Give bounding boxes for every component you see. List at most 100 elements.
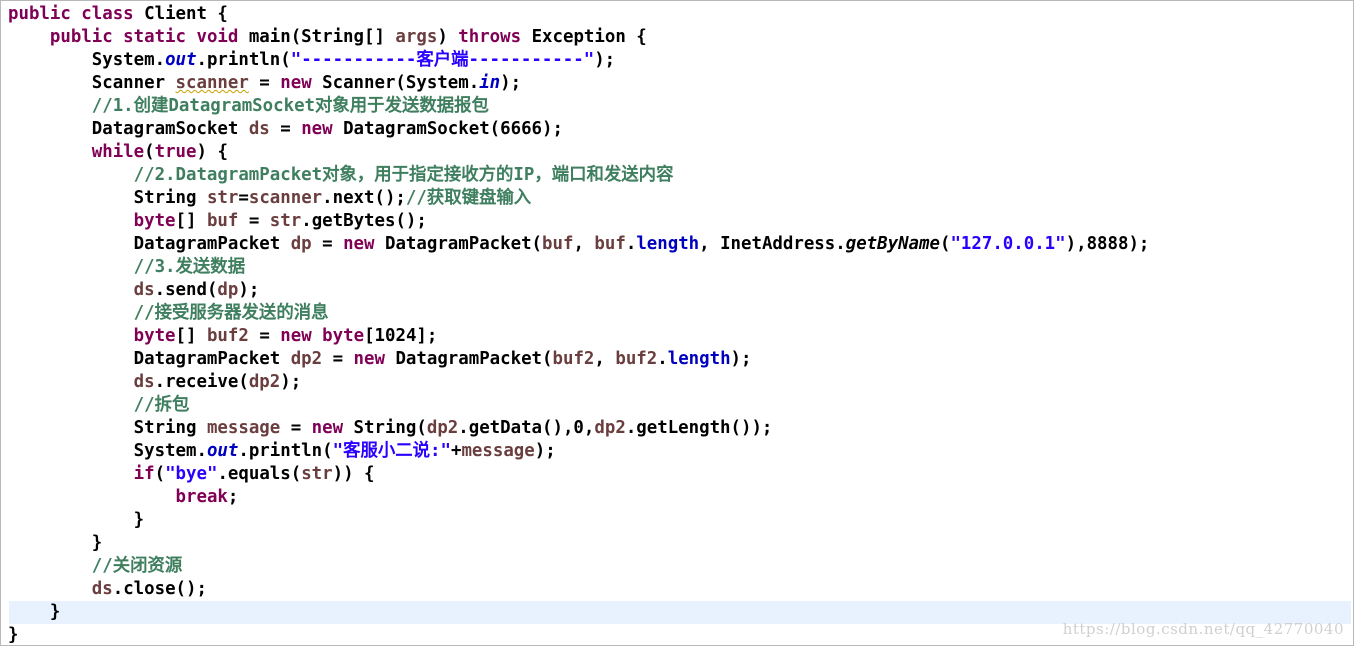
code-token: } bbox=[8, 625, 19, 645]
code-line-text: System.out.println("-----------客户端------… bbox=[8, 49, 615, 72]
code-token: .println( bbox=[196, 50, 291, 70]
code-line-text: //1.创建DatagramSocket对象用于发送数据报包 bbox=[8, 95, 489, 118]
code-token: args bbox=[395, 27, 438, 47]
code-token: dp2 bbox=[248, 372, 281, 392]
code-token: ds bbox=[133, 372, 155, 392]
code-token: dp2 bbox=[594, 418, 626, 438]
code-line[interactable]: String str=scanner.next();//获取键盘输入 bbox=[1, 187, 1353, 210]
code-token: byte bbox=[133, 326, 176, 346]
code-line[interactable]: DatagramSocket ds = new DatagramSocket(6… bbox=[1, 118, 1353, 141]
code-line[interactable]: //3.发送数据 bbox=[1, 256, 1353, 279]
code-token: . bbox=[625, 234, 637, 254]
code-line[interactable]: while(true) { bbox=[1, 141, 1353, 164]
code-token: String bbox=[8, 418, 207, 438]
code-token: getByName bbox=[845, 234, 940, 254]
code-token: = bbox=[269, 119, 302, 139]
code-token: break bbox=[175, 487, 228, 507]
code-line[interactable]: //接受服务器发送的消息 bbox=[1, 302, 1353, 325]
code-line-text: } bbox=[8, 601, 60, 624]
code-token: = bbox=[238, 211, 270, 231]
code-line[interactable]: byte[] buf = str.getBytes(); bbox=[1, 210, 1353, 233]
code-line-text: //关闭资源 bbox=[8, 555, 183, 578]
code-token: ); bbox=[238, 280, 260, 300]
code-token: = bbox=[311, 234, 344, 254]
code-line[interactable]: public static void main(String[] args) t… bbox=[1, 26, 1353, 49]
code-token: ); bbox=[594, 50, 616, 70]
code-line[interactable]: System.out.println("客服小二说:"+message); bbox=[1, 440, 1353, 463]
code-line-text: ds.close(); bbox=[8, 578, 207, 601]
code-token: out bbox=[165, 50, 197, 70]
code-token: [] bbox=[175, 211, 207, 231]
code-token: //关闭资源 bbox=[8, 556, 183, 576]
code-token: while bbox=[91, 142, 145, 162]
code-token: ); bbox=[280, 372, 302, 392]
code-token: new bbox=[311, 418, 344, 438]
code-line-text: byte[] buf2 = new byte[1024]; bbox=[8, 325, 438, 348]
code-line[interactable]: ds.close(); bbox=[1, 578, 1353, 601]
code-line[interactable]: byte[] buf2 = new byte[1024]; bbox=[1, 325, 1353, 348]
code-token: in bbox=[479, 73, 501, 93]
code-token: } bbox=[8, 510, 145, 530]
code-line[interactable]: //2.DatagramPacket对象，用于指定接收方的IP，端口和发送内容 bbox=[1, 164, 1353, 187]
code-token: length bbox=[636, 234, 700, 254]
code-line[interactable]: DatagramPacket dp2 = new DatagramPacket(… bbox=[1, 348, 1353, 371]
code-line[interactable]: ds.send(dp); bbox=[1, 279, 1353, 302]
code-token: buf2 bbox=[206, 326, 249, 346]
code-token: + bbox=[450, 441, 462, 461]
code-line[interactable]: //拆包 bbox=[1, 394, 1353, 417]
code-line[interactable]: System.out.println("-----------客户端------… bbox=[1, 49, 1353, 72]
code-token: .getLength()); bbox=[625, 418, 773, 438]
code-line[interactable]: if("bye".equals(str)) { bbox=[1, 463, 1353, 486]
code-token: new bbox=[343, 234, 375, 254]
code-line-text: while(true) { bbox=[8, 141, 228, 164]
code-token: System. bbox=[8, 50, 166, 70]
code-token: .println( bbox=[238, 441, 333, 461]
code-token: DatagramPacket bbox=[8, 234, 291, 254]
code-token: dp2 bbox=[290, 349, 323, 369]
code-line[interactable]: //关闭资源 bbox=[1, 555, 1353, 578]
code-token: "客服小二说:" bbox=[332, 441, 451, 461]
code-line[interactable]: break; bbox=[1, 486, 1353, 509]
code-token: byte bbox=[322, 326, 365, 346]
code-token: length bbox=[667, 349, 731, 369]
code-line-text: } bbox=[8, 532, 102, 555]
code-token: str bbox=[206, 188, 239, 208]
code-line[interactable]: Scanner scanner = new Scanner(System.in)… bbox=[1, 72, 1353, 95]
code-token: ); bbox=[730, 349, 752, 369]
code-token: String bbox=[8, 188, 207, 208]
code-token: .next(); bbox=[322, 188, 406, 208]
code-token: byte bbox=[133, 211, 176, 231]
code-token: Client { bbox=[144, 4, 228, 24]
code-token: .getBytes(); bbox=[301, 211, 427, 231]
code-line[interactable]: public class Client { bbox=[1, 3, 1353, 26]
code-token: = bbox=[248, 73, 281, 93]
code-token: [1024]; bbox=[364, 326, 438, 346]
code-token: .send( bbox=[154, 280, 218, 300]
code-line[interactable]: //1.创建DatagramSocket对象用于发送数据报包 bbox=[1, 95, 1353, 118]
code-token: .equals( bbox=[217, 464, 302, 484]
code-line-text: DatagramPacket dp2 = new DatagramPacket(… bbox=[8, 348, 752, 371]
code-line[interactable]: } bbox=[1, 532, 1353, 555]
code-token: ),8888); bbox=[1065, 234, 1150, 254]
code-token: DatagramPacket( bbox=[374, 234, 543, 254]
code-token: , InetAddress. bbox=[699, 234, 846, 254]
code-token: "-----------客户端-----------" bbox=[290, 50, 595, 70]
code-token: new bbox=[280, 73, 312, 93]
code-token: . bbox=[657, 349, 668, 369]
code-token: , bbox=[573, 234, 595, 254]
code-token: buf bbox=[206, 211, 239, 231]
code-line-text: //2.DatagramPacket对象，用于指定接收方的IP，端口和发送内容 bbox=[8, 164, 674, 187]
code-token: //2.DatagramPacket对象，用于指定接收方的IP，端口和发送内容 bbox=[8, 165, 674, 185]
code-line[interactable]: ds.receive(dp2); bbox=[1, 371, 1353, 394]
code-line[interactable]: DatagramPacket dp = new DatagramPacket(b… bbox=[1, 233, 1353, 256]
code-token: message bbox=[461, 441, 535, 461]
code-line[interactable]: } bbox=[1, 509, 1353, 532]
code-editor[interactable]: public class Client { public static void… bbox=[0, 0, 1354, 646]
code-line[interactable]: String message = new String(dp2.getData(… bbox=[1, 417, 1353, 440]
code-token: "bye" bbox=[165, 464, 218, 484]
